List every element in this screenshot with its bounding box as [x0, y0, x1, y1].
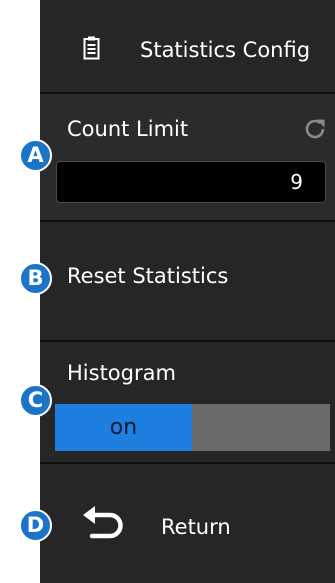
callout-badge-c: C [19, 384, 52, 417]
panel-header: Statistics Config [40, 0, 335, 92]
count-limit-label: Count Limit [67, 117, 189, 141]
reset-statistics-button[interactable]: Reset Statistics [40, 222, 335, 340]
panel-title: Statistics Config [140, 38, 311, 62]
callout-badge-a: A [19, 139, 52, 172]
histogram-toggle[interactable]: on [55, 404, 330, 451]
count-limit-input[interactable]: 9 [56, 161, 326, 203]
callout-badge-d: D [19, 509, 52, 542]
statistics-config-panel: Statistics Config Count Limit 9 Reset St… [40, 0, 335, 583]
return-arrow-icon [83, 506, 123, 539]
histogram-toggle-on[interactable]: on [55, 404, 192, 451]
histogram-item: Histogram on [40, 342, 335, 462]
reset-statistics-label: Reset Statistics [67, 264, 229, 288]
document-icon [83, 36, 100, 60]
count-limit-value: 9 [290, 170, 303, 194]
reset-icon[interactable] [304, 118, 326, 140]
callout-badge-b: B [19, 262, 52, 295]
return-label: Return [161, 515, 231, 539]
count-limit-item[interactable]: Count Limit 9 [40, 94, 335, 220]
histogram-label: Histogram [67, 361, 176, 385]
return-button[interactable]: Return [40, 464, 335, 583]
